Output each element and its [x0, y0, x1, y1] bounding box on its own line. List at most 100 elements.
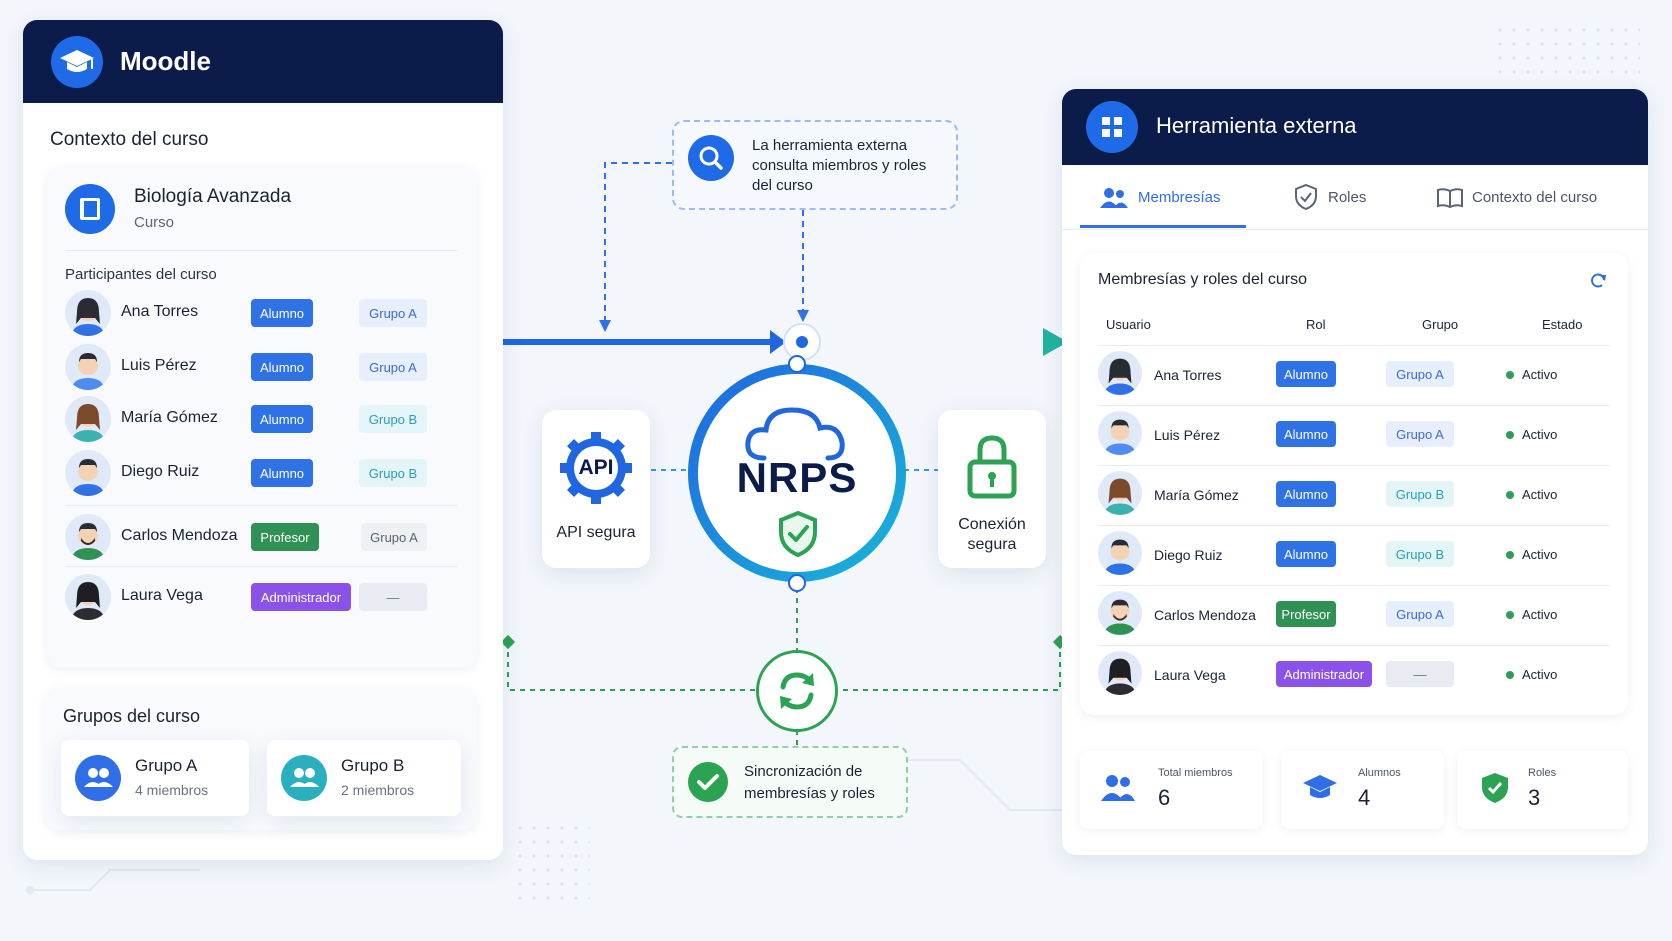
hub-bottom-node — [788, 574, 806, 592]
col-estado: Estado — [1542, 317, 1583, 332]
graduation-cap-icon — [51, 36, 103, 88]
stat-roles: Roles 3 — [1458, 751, 1628, 829]
avatar — [65, 514, 111, 560]
participant-name[interactable]: María Gómez — [121, 409, 218, 427]
book-icon — [65, 184, 115, 234]
status-cell: Activo — [1506, 667, 1557, 682]
query-note: La herramienta externa consulta miembros… — [672, 120, 958, 210]
user-name[interactable]: Ana Torres — [1154, 367, 1221, 383]
avatar — [1098, 531, 1142, 575]
row-divider — [1098, 465, 1610, 466]
people-icon — [1100, 188, 1128, 208]
group-badge: Grupo A — [359, 299, 427, 327]
status-dot — [1506, 550, 1514, 559]
avatar — [1098, 591, 1142, 635]
status-cell: Activo — [1506, 367, 1557, 382]
status-cell: Activo — [1506, 607, 1557, 622]
avatar — [65, 574, 111, 620]
api-card: API API segura — [542, 410, 650, 568]
group-badge: Grupo B — [359, 405, 427, 433]
user-name[interactable]: Luis Pérez — [1154, 427, 1220, 443]
role-badge: Alumno — [251, 405, 313, 433]
user-name[interactable]: Laura Vega — [1154, 667, 1226, 683]
tab-active-indicator — [1080, 225, 1246, 228]
nrps-label: NRPS — [736, 454, 858, 501]
avatar — [1098, 651, 1142, 695]
status-text: Activo — [1522, 427, 1558, 442]
avatar — [65, 290, 111, 336]
tab-label: Contexto del curso — [1472, 189, 1598, 206]
group-badge: Grupo B — [359, 459, 427, 487]
header-divider — [1098, 345, 1610, 346]
tab-roles[interactable]: Roles — [1288, 165, 1418, 229]
avatar — [65, 344, 111, 390]
group-badge: — — [1386, 661, 1454, 687]
group-card-a[interactable]: Grupo A 4 miembros — [61, 740, 249, 816]
role-badge: Alumno — [1276, 421, 1336, 447]
moodle-title: Moodle — [120, 46, 211, 76]
secure-connection-card: Conexión segura — [938, 410, 1046, 568]
user-name[interactable]: Carlos Mendoza — [1154, 607, 1256, 623]
status-dot — [1506, 610, 1514, 619]
status-dot — [1506, 670, 1514, 679]
stat-value: 3 — [1528, 785, 1541, 810]
people-icon — [281, 755, 327, 801]
group-badge: Grupo A — [361, 523, 427, 551]
col-grupo: Grupo — [1422, 317, 1459, 332]
row-divider — [1098, 525, 1610, 526]
group-name: Grupo A — [135, 756, 198, 775]
memberships-heading: Membresías y roles del curso — [1098, 271, 1307, 288]
stat-label: Alumnos — [1358, 767, 1401, 779]
status-dot — [1506, 430, 1514, 439]
tabs-divider — [1062, 229, 1648, 230]
tab-membresias[interactable]: Membresías — [1080, 165, 1246, 229]
tab-course-context[interactable]: Contexto del curso — [1432, 165, 1632, 229]
row-divider — [1098, 585, 1610, 586]
role-badge: Alumno — [1276, 541, 1336, 567]
status-dot — [1506, 490, 1514, 499]
tool-panel: Herramienta externa Membresías Roles Con… — [1062, 89, 1648, 855]
sync-label-2: membresías y roles — [744, 785, 875, 802]
status-cell: Activo — [1506, 487, 1557, 502]
people-icon — [75, 755, 121, 801]
junction-node — [783, 323, 821, 361]
sync-label-1: Sincronización de — [744, 763, 863, 780]
row-divider — [1098, 645, 1610, 646]
divider — [65, 250, 457, 251]
participant-name[interactable]: Luis Pérez — [121, 357, 197, 375]
participant-name[interactable]: Diego Ruiz — [121, 463, 199, 481]
query-note-text: La herramienta externa consulta miembros… — [752, 137, 927, 194]
stat-value: 6 — [1158, 785, 1171, 810]
book-open-icon — [1437, 188, 1463, 209]
memberships-card: Membresías y roles del curso Usuario Rol… — [1080, 253, 1628, 715]
avatar — [65, 450, 111, 496]
role-badge: Administrador — [1276, 661, 1372, 687]
sync-icon — [756, 650, 838, 732]
group-badge: Grupo B — [1386, 541, 1454, 567]
participant-name[interactable]: Carlos Mendoza — [121, 527, 238, 545]
stat-total-members: Total miembros 6 — [1080, 751, 1262, 829]
status-text: Activo — [1522, 367, 1558, 382]
avatar — [65, 396, 111, 442]
shield-icon — [1295, 183, 1317, 211]
stat-label: Roles — [1528, 767, 1557, 779]
divider — [65, 566, 457, 567]
groups-card: Grupos del curso Grupo A 4 miembros Grup… — [45, 688, 477, 830]
moodle-header: Moodle — [23, 20, 503, 103]
moodle-panel: Moodle Contexto del curso Biología Avanz… — [23, 20, 503, 860]
api-gear-icon: API — [558, 430, 634, 506]
groups-heading: Grupos del curso — [63, 706, 201, 726]
sync-note: Sincronización de membresías y roles — [672, 746, 908, 818]
user-name[interactable]: María Gómez — [1154, 487, 1239, 503]
role-badge: Alumno — [1276, 481, 1336, 507]
group-card-b[interactable]: Grupo B 2 miembros — [267, 740, 461, 816]
course-name[interactable]: Biología Avanzada — [134, 186, 291, 208]
participant-name[interactable]: Ana Torres — [121, 303, 198, 321]
refresh-icon[interactable] — [1588, 271, 1608, 291]
lock-icon — [967, 435, 1017, 499]
course-card: Biología Avanzada Curso Participantes de… — [47, 166, 477, 668]
role-badge: Profesor — [251, 523, 319, 551]
user-name[interactable]: Diego Ruiz — [1154, 547, 1222, 563]
tool-title: Herramienta externa — [1156, 113, 1357, 138]
participant-name[interactable]: Laura Vega — [121, 587, 203, 605]
